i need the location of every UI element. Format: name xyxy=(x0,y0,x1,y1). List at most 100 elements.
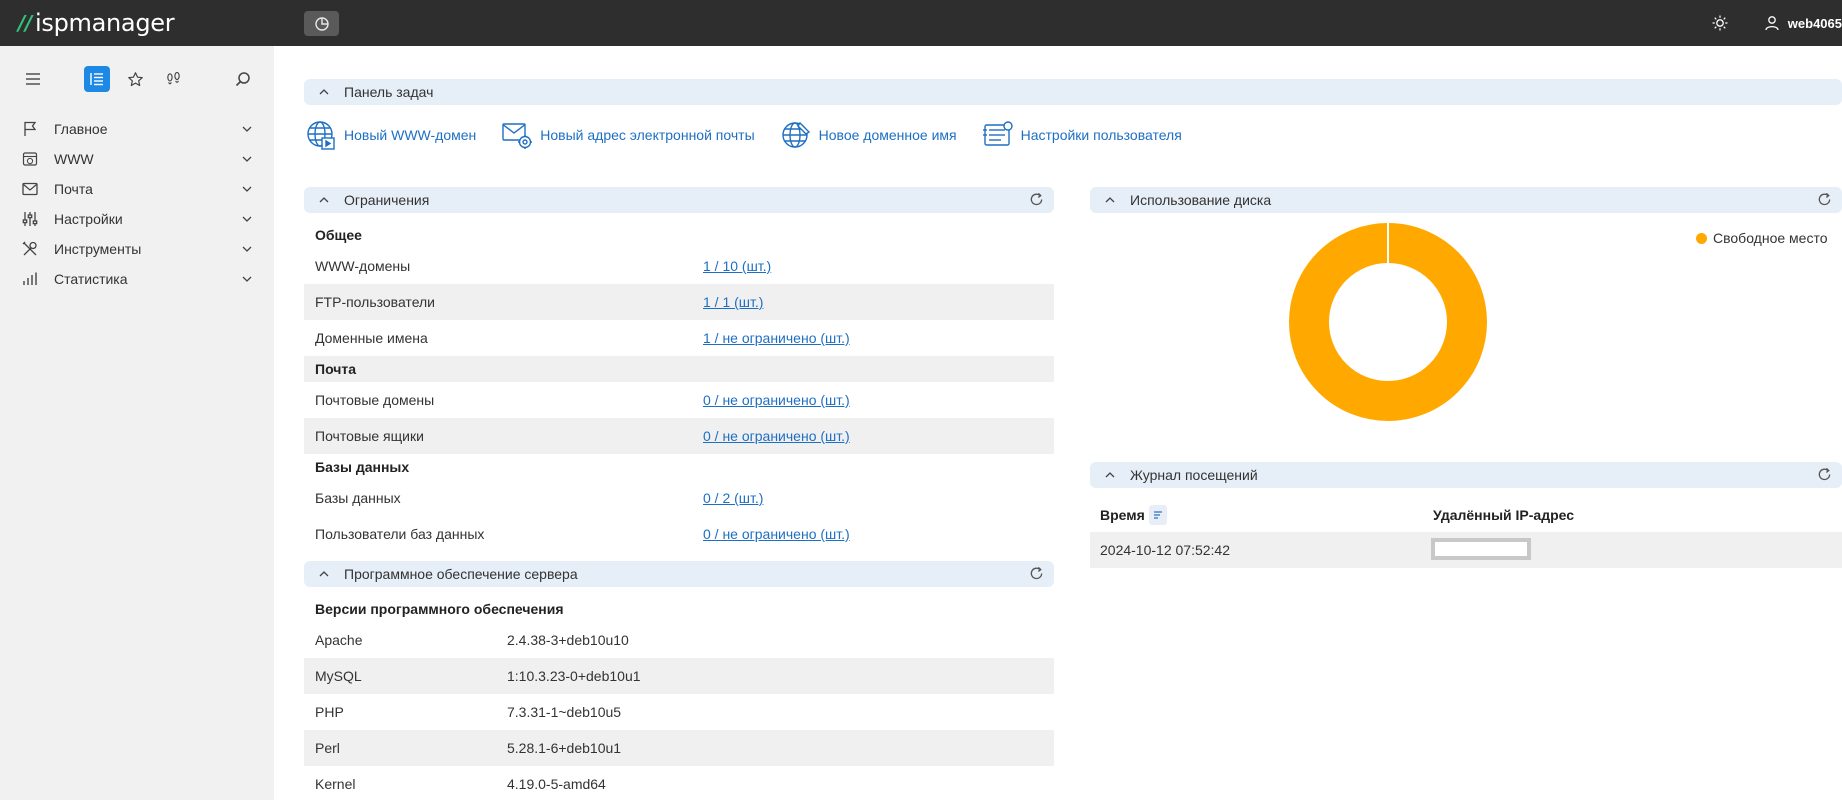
column-time[interactable]: Время xyxy=(1100,505,1167,525)
task-new-www-domain[interactable]: Новый WWW-домен xyxy=(304,118,476,152)
task-new-email[interactable]: Новый адрес электронной почты xyxy=(500,118,755,152)
limit-label: WWW-домены xyxy=(315,258,411,274)
software-name: PHP xyxy=(315,704,344,720)
dashboard-button[interactable] xyxy=(304,11,339,36)
sidebar: Главное WWW Почта Настройки Инструменты … xyxy=(0,46,274,800)
chevron-down-icon xyxy=(242,156,252,162)
limits-panel-title: Ограничения xyxy=(344,192,430,208)
limit-value-link[interactable]: 1 / не ограничено (шт.) xyxy=(703,330,850,346)
refresh-icon[interactable] xyxy=(1029,566,1044,581)
limit-value-link[interactable]: 1 / 10 (шт.) xyxy=(703,258,771,274)
limit-label: Доменные имена xyxy=(315,330,428,346)
domain-name-icon xyxy=(779,118,813,152)
software-version: 1:10.3.23-0+deb10u1 xyxy=(507,668,641,684)
disk-panel-header[interactable]: Использование диска xyxy=(1090,187,1842,213)
limit-value-link[interactable]: 1 / 1 (шт.) xyxy=(703,294,763,310)
table-row: Базы данных 0 / 2 (шт.) xyxy=(304,480,1054,516)
tasks-list: Новый WWW-домен Новый адрес электронной … xyxy=(304,118,1206,152)
sliders-icon xyxy=(22,211,42,227)
chevron-down-icon xyxy=(242,186,252,192)
sidebar-item-statistics[interactable]: Статистика xyxy=(0,264,274,294)
sidebar-item-main[interactable]: Главное xyxy=(0,114,274,144)
software-name: Kernel xyxy=(315,776,356,792)
tasks-panel-header[interactable]: Панель задач xyxy=(304,79,1842,105)
footprints-icon[interactable] xyxy=(160,66,186,92)
hamburger-icon[interactable] xyxy=(20,66,46,92)
limit-value-link[interactable]: 0 / не ограничено (шт.) xyxy=(703,428,850,444)
table-row: PHP 7.3.31-1~deb10u5 xyxy=(304,694,1054,730)
limit-label: Почтовые домены xyxy=(315,392,435,408)
sidebar-item-label: Статистика xyxy=(54,271,128,287)
mail-icon xyxy=(22,182,42,196)
column-time-label: Время xyxy=(1100,507,1145,523)
software-version: 5.28.1-6+deb10u1 xyxy=(507,740,622,756)
limit-value-link[interactable]: 0 / 2 (шт.) xyxy=(703,490,763,506)
task-label: Новый адрес электронной почты xyxy=(540,127,755,143)
table-row[interactable]: 2024-10-12 07:52:42 xyxy=(1090,532,1842,568)
sidebar-item-label: Настройки xyxy=(54,211,123,227)
flag-icon xyxy=(22,121,42,137)
user-icon xyxy=(1764,15,1780,31)
sidebar-item-mail[interactable]: Почта xyxy=(0,174,274,204)
visits-panel-title: Журнал посещений xyxy=(1130,467,1258,483)
table-row: Perl 5.28.1-6+deb10u1 xyxy=(304,730,1054,766)
refresh-icon[interactable] xyxy=(1029,192,1044,207)
visits-panel-header[interactable]: Журнал посещений xyxy=(1090,462,1842,488)
software-name: MySQL xyxy=(315,668,362,684)
chevron-up-icon[interactable] xyxy=(304,571,344,577)
logo[interactable]: // ispmanager xyxy=(18,9,175,37)
disk-legend[interactable]: Свободное место xyxy=(1696,230,1828,246)
user-name: web4065 xyxy=(1787,15,1842,31)
software-group: Версии программного обеспечения xyxy=(315,601,564,617)
email-settings-icon xyxy=(500,118,534,152)
limit-value-link[interactable]: 0 / не ограничено (шт.) xyxy=(703,526,850,542)
sidebar-item-label: Почта xyxy=(54,181,93,197)
limits-group-mail: Почта xyxy=(304,356,1054,382)
software-name: Perl xyxy=(315,740,340,756)
search-icon[interactable] xyxy=(230,66,256,92)
sidebar-nav: Главное WWW Почта Настройки Инструменты … xyxy=(0,114,274,294)
user-menu[interactable]: web4065 xyxy=(1764,15,1842,31)
sidebar-item-settings[interactable]: Настройки xyxy=(0,204,274,234)
task-label: Новое доменное имя xyxy=(818,127,957,143)
tasks-panel-title: Панель задач xyxy=(344,84,434,100)
limits-panel-header[interactable]: Ограничения xyxy=(304,187,1054,213)
tools-icon xyxy=(22,241,42,257)
table-row: Почтовые домены 0 / не ограничено (шт.) xyxy=(304,382,1054,418)
task-user-settings[interactable]: Настройки пользователя xyxy=(981,118,1182,152)
limits-group-databases: Базы данных xyxy=(315,459,410,475)
limit-label: Пользователи баз данных xyxy=(315,526,485,542)
table-row: Пользователи баз данных 0 / не ограничен… xyxy=(304,516,1054,552)
chevron-up-icon[interactable] xyxy=(1090,197,1130,203)
refresh-icon[interactable] xyxy=(1817,467,1832,482)
software-panel-title: Программное обеспечение сервера xyxy=(344,566,578,582)
sun-icon[interactable] xyxy=(1712,15,1728,31)
sidebar-item-label: Инструменты xyxy=(54,241,142,257)
sidebar-item-www[interactable]: WWW xyxy=(0,144,274,174)
table-row: Kernel 4.19.0-5-amd64 xyxy=(304,766,1054,800)
table-row: WWW-домены 1 / 10 (шт.) xyxy=(304,248,1054,284)
chevron-down-icon xyxy=(242,126,252,132)
task-new-domain-name[interactable]: Новое доменное имя xyxy=(779,118,957,152)
list-icon[interactable] xyxy=(84,66,110,92)
disk-free-slice[interactable] xyxy=(1289,223,1487,421)
main-content: Панель задач Новый WWW-домен Новый адрес… xyxy=(274,46,1842,800)
limit-label: Почтовые ящики xyxy=(315,428,424,444)
software-panel-header[interactable]: Программное обеспечение сервера xyxy=(304,561,1054,587)
sidebar-item-tools[interactable]: Инструменты xyxy=(0,234,274,264)
chevron-up-icon[interactable] xyxy=(1090,472,1130,478)
software-name: Apache xyxy=(315,632,363,648)
sidebar-toolbar xyxy=(20,66,260,94)
chevron-up-icon[interactable] xyxy=(304,89,344,95)
sort-icon[interactable] xyxy=(1148,505,1167,525)
limit-value-link[interactable]: 0 / не ограничено (шт.) xyxy=(703,392,850,408)
chevron-up-icon[interactable] xyxy=(304,197,344,203)
user-settings-icon xyxy=(981,118,1015,152)
logo-mark-icon: // xyxy=(18,11,33,35)
table-row: Доменные имена 1 / не ограничено (шт.) xyxy=(304,320,1054,356)
refresh-icon[interactable] xyxy=(1817,192,1832,207)
visits-table-header: Время Удалённый IP-адрес xyxy=(1090,498,1842,532)
star-icon[interactable] xyxy=(122,66,148,92)
column-remote-ip[interactable]: Удалённый IP-адрес xyxy=(1433,507,1574,523)
disk-panel-title: Использование диска xyxy=(1130,192,1272,208)
